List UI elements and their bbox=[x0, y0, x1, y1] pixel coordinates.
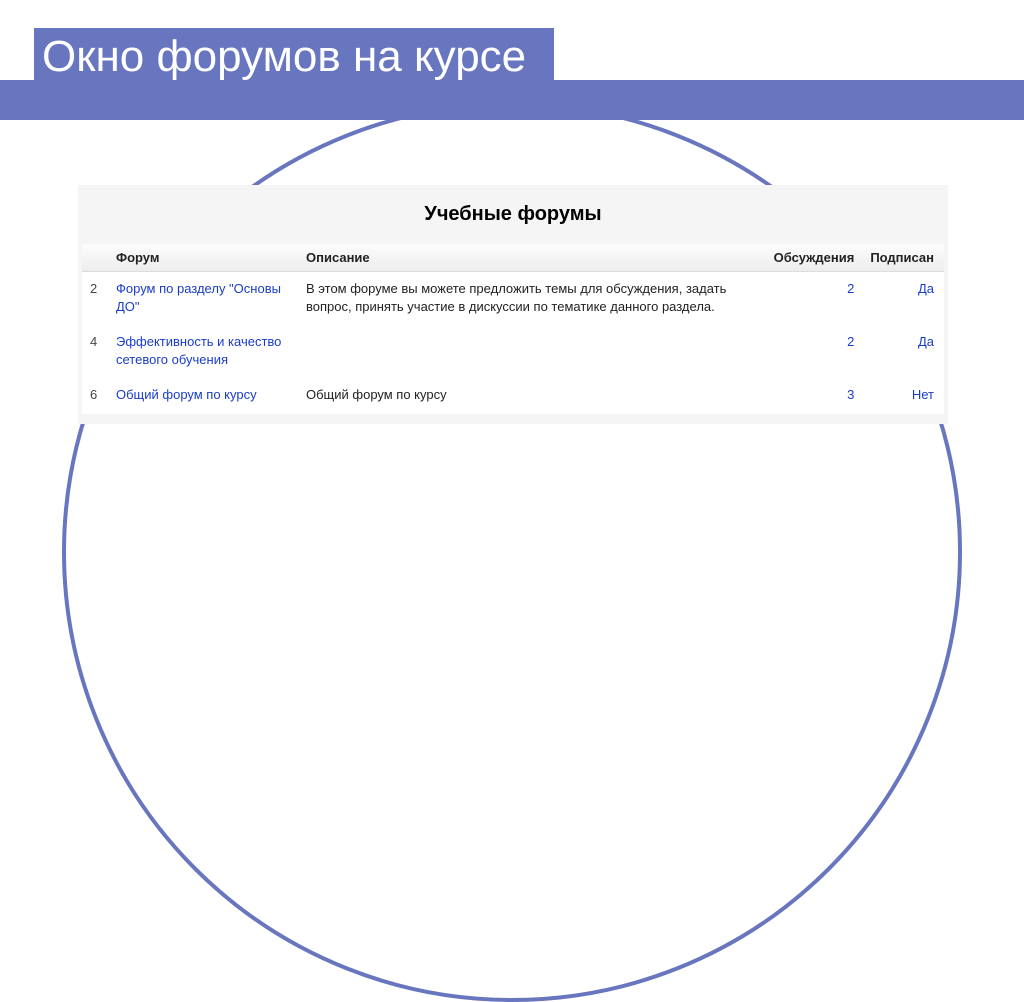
table-header-row: Форум Описание Обсуждения Подписан bbox=[82, 244, 944, 272]
col-desc: Описание bbox=[298, 244, 762, 272]
row-index: 2 bbox=[82, 272, 108, 326]
forum-name-cell: Общий форум по курсу bbox=[108, 378, 298, 414]
discussions-count: 2 bbox=[762, 272, 862, 326]
forums-panel: Учебные форумы Форум Описание Обсуждения… bbox=[78, 185, 948, 424]
subscribe-toggle[interactable]: Нет bbox=[912, 387, 934, 402]
subscribed-cell: Да bbox=[862, 272, 944, 326]
row-index: 4 bbox=[82, 325, 108, 378]
subscribed-cell: Нет bbox=[862, 378, 944, 414]
discussions-link[interactable]: 2 bbox=[847, 281, 854, 296]
forum-link[interactable]: Форум по разделу "Основы ДО" bbox=[116, 281, 281, 314]
forum-description: В этом форуме вы можете предложить темы … bbox=[298, 272, 762, 326]
discussions-count: 3 bbox=[762, 378, 862, 414]
subscribe-toggle[interactable]: Да bbox=[918, 334, 934, 349]
slide-title: Окно форумов на курсе bbox=[34, 28, 554, 100]
forum-description bbox=[298, 325, 762, 378]
forum-name-cell: Форум по разделу "Основы ДО" bbox=[108, 272, 298, 326]
col-forum: Форум bbox=[108, 244, 298, 272]
subscribed-cell: Да bbox=[862, 325, 944, 378]
forum-name-cell: Эффективность и качество сетевого обучен… bbox=[108, 325, 298, 378]
forums-table: Форум Описание Обсуждения Подписан 2 Фор… bbox=[82, 244, 944, 414]
table-row: 4 Эффективность и качество сетевого обуч… bbox=[82, 325, 944, 378]
forum-link[interactable]: Общий форум по курсу bbox=[116, 387, 257, 402]
table-row: 6 Общий форум по курсу Общий форум по ку… bbox=[82, 378, 944, 414]
table-row: 2 Форум по разделу "Основы ДО" В этом фо… bbox=[82, 272, 944, 326]
col-idx bbox=[82, 244, 108, 272]
row-index: 6 bbox=[82, 378, 108, 414]
subscribe-toggle[interactable]: Да bbox=[918, 281, 934, 296]
panel-title: Учебные форумы bbox=[82, 197, 944, 244]
discussions-count: 2 bbox=[762, 325, 862, 378]
discussions-link[interactable]: 2 bbox=[847, 334, 854, 349]
discussions-link[interactable]: 3 bbox=[847, 387, 854, 402]
col-subscribed: Подписан bbox=[862, 244, 944, 272]
forum-description: Общий форум по курсу bbox=[298, 378, 762, 414]
col-discussions: Обсуждения bbox=[762, 244, 862, 272]
forum-link[interactable]: Эффективность и качество сетевого обучен… bbox=[116, 334, 281, 367]
